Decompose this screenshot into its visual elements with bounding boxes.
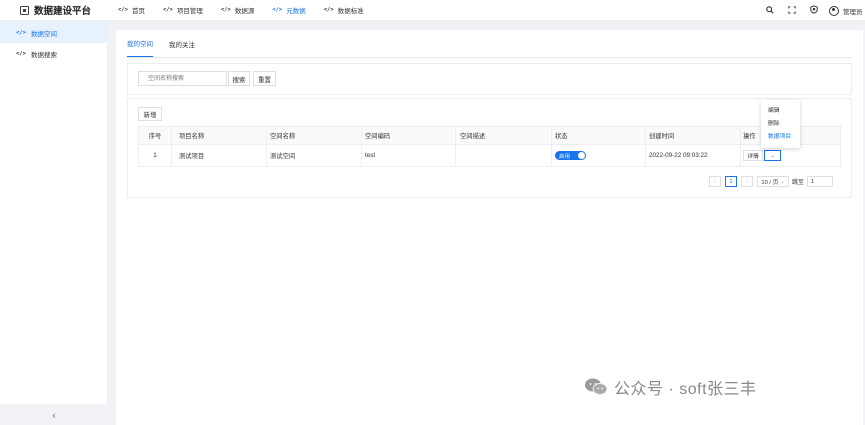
sidebar-item-data-search[interactable]: </> 数据搜索 (0, 43, 107, 64)
column-header: 创建时间 (646, 127, 741, 144)
tab-my-follow[interactable]: 我的关注 (169, 30, 195, 57)
chevron-left-icon: ‹ (52, 409, 56, 420)
code-icon: </> (162, 7, 173, 13)
tab-divider (127, 57, 852, 58)
table-panel: 新增 序号 项目名称 空间名称 空间编码 空间描述 状态 创建时间 操作 1 测… (127, 98, 852, 198)
logo-icon (20, 5, 29, 15)
nav-item-data-standard[interactable]: </> 数据标准 (324, 0, 364, 21)
column-header: 空间编码 (362, 127, 456, 144)
space-tabs: 我的空间 我的关注 (127, 30, 211, 57)
status-cell: 启用 (552, 145, 646, 166)
column-header: 空间名称 (267, 127, 362, 144)
code-icon: </> (323, 7, 334, 13)
top-nav: </> 首页 </> 项目管理 </> 数据源 </> 元数据 </> 数据标准 (118, 0, 382, 21)
column-header: 项目名称 (172, 127, 267, 144)
detail-button[interactable]: 详情 (743, 150, 763, 161)
page-size-label: 10 / 页 (761, 180, 779, 186)
code-icon: </> (118, 7, 128, 13)
actions-cell: 详情 ⌄ (741, 145, 841, 166)
app-title: 数据建设平台 (34, 6, 92, 17)
status-label: 启用 (559, 153, 571, 160)
nav-item-home[interactable]: </> 首页 (118, 0, 145, 21)
main-content: 我的空间 我的关注 搜索 重置 新增 序号 项目名称 空间名称 空间编码 空间描… (116, 30, 863, 425)
menu-item-data-project[interactable]: 数据项目 (761, 129, 800, 142)
watermark-text: 公众号 · soft张三丰 (614, 381, 757, 398)
nav-item-projects[interactable]: </> 项目管理 (163, 0, 203, 21)
menu-item-delete[interactable]: 删除 (761, 116, 800, 129)
created-time-cell: 2022-09-22 09:03:22 (646, 145, 741, 166)
user-name[interactable]: 管理员 (843, 6, 865, 16)
space-table: 序号 项目名称 空间名称 空间编码 空间描述 状态 创建时间 操作 1 测试项目… (138, 126, 841, 167)
menu-item-edit[interactable]: 编辑 (761, 103, 800, 116)
more-actions-dropdown: 编辑 删除 数据项目 (761, 100, 800, 148)
table-row: 1 测试项目 测试空间 test 启用 2022-09-22 09:03:22 … (138, 145, 841, 167)
watermark: 公众号 · soft张三丰 (584, 375, 757, 399)
space-name-search-input[interactable] (138, 71, 227, 86)
nav-label: 首页 (131, 8, 145, 15)
fullscreen-icon[interactable] (787, 5, 797, 16)
pagination: ‹ 1 › 10 / 页 ⌄ 跳至 1 (709, 176, 834, 187)
search-panel: 搜索 重置 (127, 63, 852, 95)
goto-label: 跳至 (792, 180, 805, 186)
nav-label: 元数据 (286, 8, 306, 15)
code-icon: </> (16, 50, 26, 57)
row-index: 1 (138, 145, 172, 166)
sidebar-item-data-space[interactable]: </> 数据空间 (0, 22, 107, 43)
code-icon: </> (220, 7, 231, 13)
sidebar: </> 数据空间 </> 数据搜索 ‹ (0, 22, 108, 425)
project-name-cell: 测试项目 (172, 145, 267, 166)
header-actions: 管理员 (753, 0, 865, 21)
search-icon[interactable] (765, 5, 775, 16)
add-button[interactable]: 新增 (138, 107, 162, 121)
space-name-cell: 测试空间 (267, 145, 362, 166)
sidebar-item-label: 数据空间 (30, 30, 57, 38)
code-icon: </> (16, 29, 26, 36)
page-number-current[interactable]: 1 (725, 176, 737, 187)
nav-item-metadata[interactable]: </> 元数据 (272, 0, 305, 21)
nav-label: 数据标准 (337, 8, 364, 15)
column-header: 状态 (552, 127, 646, 144)
nav-item-datasource[interactable]: </> 数据源 (221, 0, 254, 21)
sidebar-collapse-button[interactable]: ‹ (0, 404, 108, 425)
page-size-select[interactable]: 10 / 页 ⌄ (757, 176, 789, 187)
top-header: 数据建设平台 </> 首页 </> 项目管理 </> 数据源 </> 元数据 </> 数据… (0, 0, 865, 21)
more-actions-button[interactable]: ⌄ (764, 150, 781, 161)
reset-button[interactable]: 重置 (253, 71, 276, 86)
wechat-icon (585, 378, 608, 395)
table-header-row: 序号 项目名称 空间名称 空间编码 空间描述 状态 创建时间 操作 (138, 126, 841, 145)
nav-label: 数据源 (234, 8, 255, 15)
column-header: 空间描述 (456, 127, 552, 144)
next-page-button[interactable]: › (741, 176, 753, 187)
nav-label: 项目管理 (176, 8, 203, 15)
user-avatar-icon[interactable] (829, 5, 839, 16)
prev-page-button[interactable]: ‹ (709, 176, 721, 187)
code-icon: </> (272, 7, 283, 13)
search-button[interactable]: 搜索 (228, 71, 250, 86)
goto-page-input[interactable]: 1 (807, 176, 834, 187)
sidebar-item-label: 数据搜索 (30, 51, 57, 59)
app-logo[interactable]: 数据建设平台 (0, 3, 108, 17)
chevron-down-icon: ⌄ (780, 178, 785, 185)
space-code-cell: test (362, 145, 456, 166)
tab-my-space[interactable]: 我的空间 (127, 30, 153, 57)
shield-icon[interactable] (809, 5, 819, 16)
column-header: 序号 (138, 127, 172, 144)
space-desc-cell (456, 145, 552, 166)
status-toggle[interactable]: 启用 (555, 151, 586, 160)
